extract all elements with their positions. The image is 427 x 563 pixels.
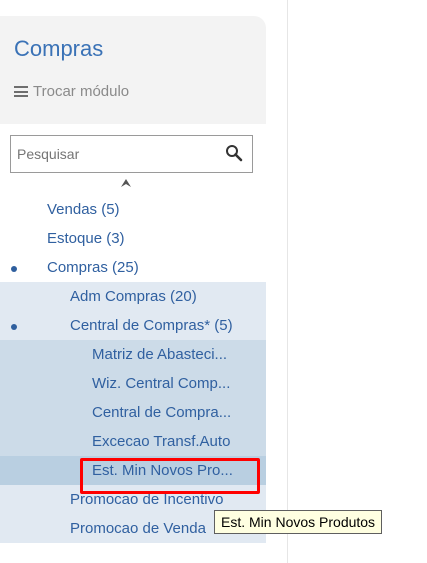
tree-item-adm-compras[interactable]: Adm Compras (20): [0, 282, 266, 311]
tree-item-label: Adm Compras (20): [70, 288, 197, 305]
tooltip: Est. Min Novos Produtos: [214, 510, 383, 534]
tree-item-label: Central de Compras* (5): [70, 317, 233, 334]
switch-module-label: Trocar módulo: [33, 83, 130, 100]
tree-item-wiz-central-compras[interactable]: Wiz. Central Comp...: [0, 369, 266, 398]
module-title: Compras: [14, 36, 104, 61]
tree-item-label: Excecao Transf.Auto: [92, 433, 231, 450]
tree-item-vendas[interactable]: Vendas (5): [0, 195, 266, 224]
tree-item-label: Vendas (5): [47, 201, 120, 218]
tree-item-compras[interactable]: Compras (25): [0, 253, 266, 282]
tree-item-label: Promocao de Venda: [70, 520, 206, 537]
tree-item-label: Central de Compra...: [92, 404, 232, 421]
expanded-bullet-icon: [11, 266, 17, 272]
tree-item-matriz-de-abastecimento[interactable]: Matriz de Abasteci...: [0, 340, 266, 369]
module-header: [0, 16, 266, 124]
tree-item-label: Wiz. Central Comp...: [92, 375, 231, 392]
tree-item-label: Estoque (3): [47, 230, 125, 247]
tree-item-central-de-compra[interactable]: Central de Compra...: [0, 398, 266, 427]
search-icon[interactable]: [225, 144, 243, 162]
scroll-up-icon[interactable]: [120, 178, 132, 188]
menu-icon: [14, 86, 28, 97]
tree-item-label: Compras (25): [47, 259, 139, 276]
panel-divider: [287, 0, 288, 563]
tree-item-estoque[interactable]: Estoque (3): [0, 224, 266, 253]
search-input[interactable]: [11, 136, 217, 172]
search-box: [10, 135, 253, 173]
switch-module-button[interactable]: Trocar módulo: [14, 83, 129, 100]
tree-item-label: Matriz de Abasteci...: [92, 346, 228, 363]
expanded-bullet-icon: [11, 324, 17, 330]
highlight-box: [80, 458, 260, 494]
tree-item-excecao-transf-auto[interactable]: Excecao Transf.Auto: [0, 427, 266, 456]
tree-item-central-de-compras[interactable]: Central de Compras* (5): [0, 311, 266, 340]
